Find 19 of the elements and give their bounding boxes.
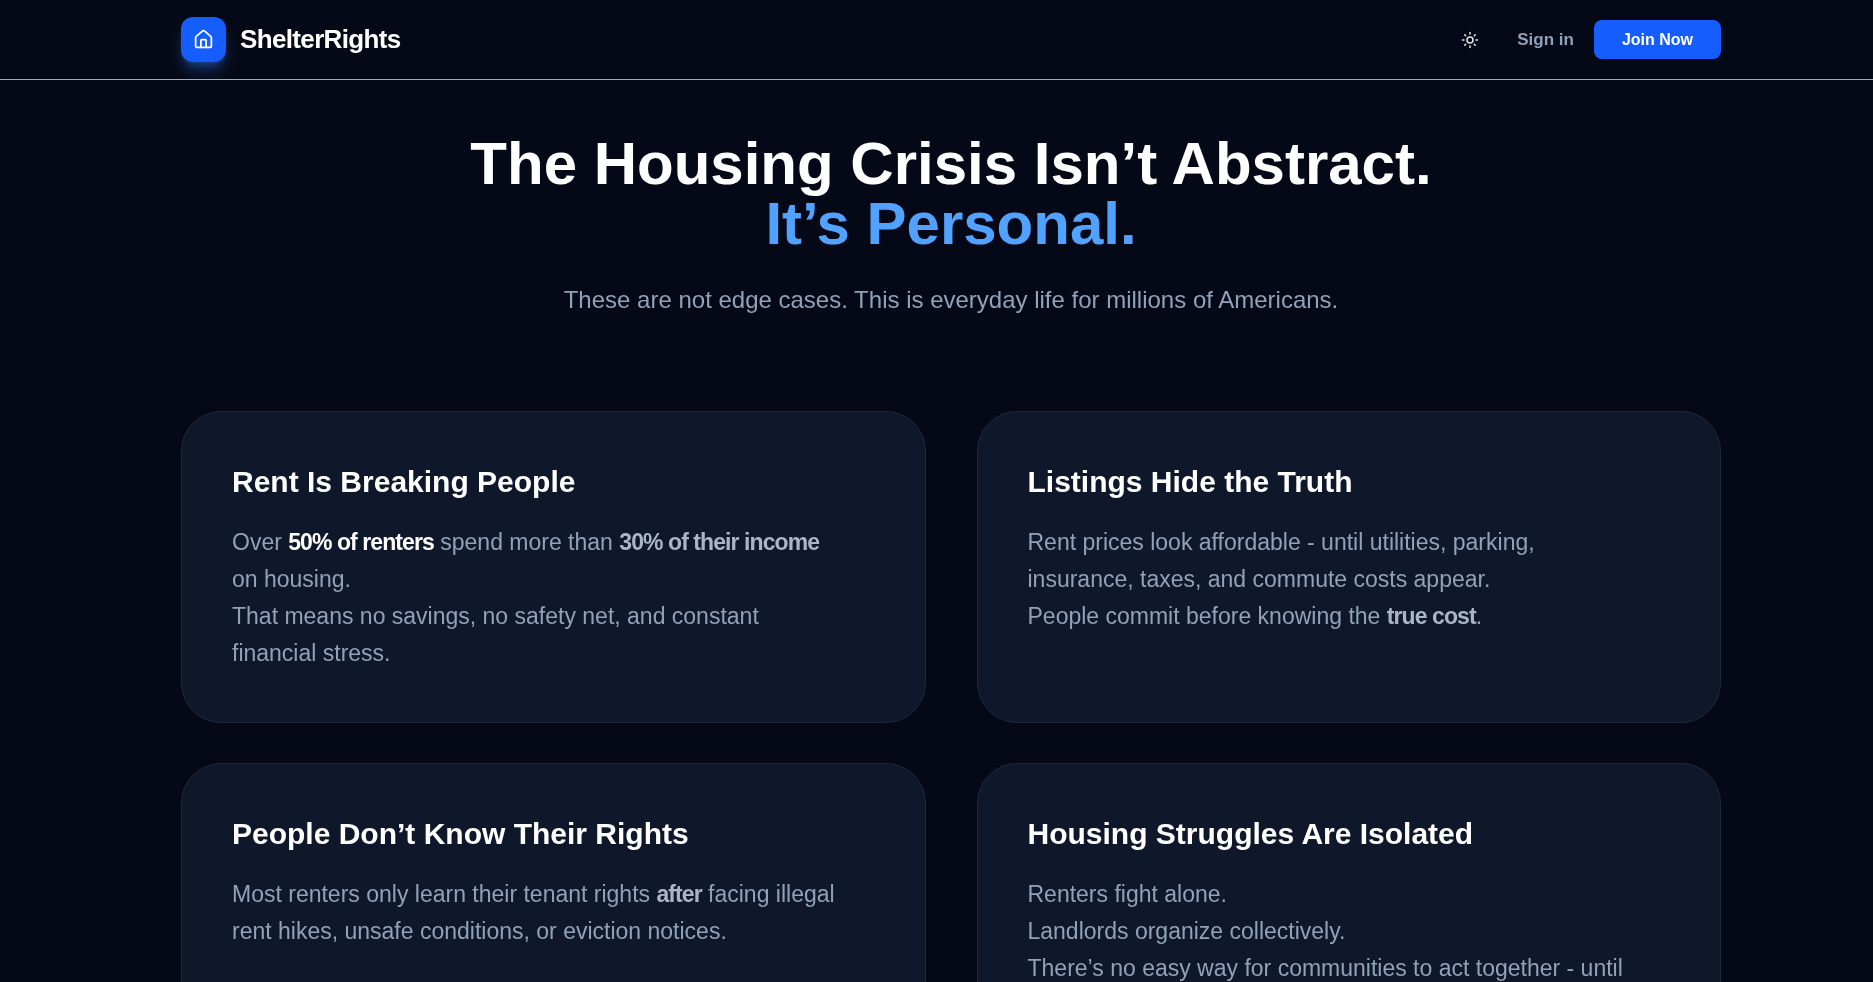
- hero-title: The Housing Crisis Isn’t Abstract.: [469, 134, 1433, 194]
- card-text: People commit before knowing the true cost.: [1027, 602, 1483, 631]
- brand-name[interactable]: ShelterRights: [240, 20, 401, 59]
- hero-subtitle: These are not edge cases. This is everyday life for millions of Americans.: [562, 286, 1340, 314]
- card-text: Landlords organize collectively.: [1027, 917, 1347, 946]
- card-title: People Don’t Know Their Rights: [232, 816, 690, 852]
- card-text: That means no savings, no safety net, and constant financial stress.: [232, 602, 760, 668]
- card-text: There’s no easy way for communities to act together - until: [1027, 954, 1624, 982]
- join-now-button[interactable]: Join Now: [1593, 20, 1721, 59]
- card-text: Rent prices look affordable - until utilities, parking, insurance, taxes, and commute costs appear.: [1027, 528, 1536, 594]
- card-title: Housing Struggles Are Isolated: [1027, 816, 1475, 852]
- sign-in-link[interactable]: Sign in: [1517, 26, 1574, 53]
- card-text: Over 50% of renters spend more than 30% of their income on housing.: [232, 528, 821, 594]
- card-title: Listings Hide the Truth: [1027, 464, 1354, 500]
- sun-icon[interactable]: [1461, 30, 1480, 49]
- card-text: Renters fight alone.: [1027, 880, 1228, 909]
- card-text: Most renters only learn their tenant rights after facing illegal rent hikes, unsafe conditions, or eviction notices.: [232, 880, 836, 946]
- card-title: Rent Is Breaking People: [232, 464, 577, 500]
- house-icon: [181, 17, 226, 62]
